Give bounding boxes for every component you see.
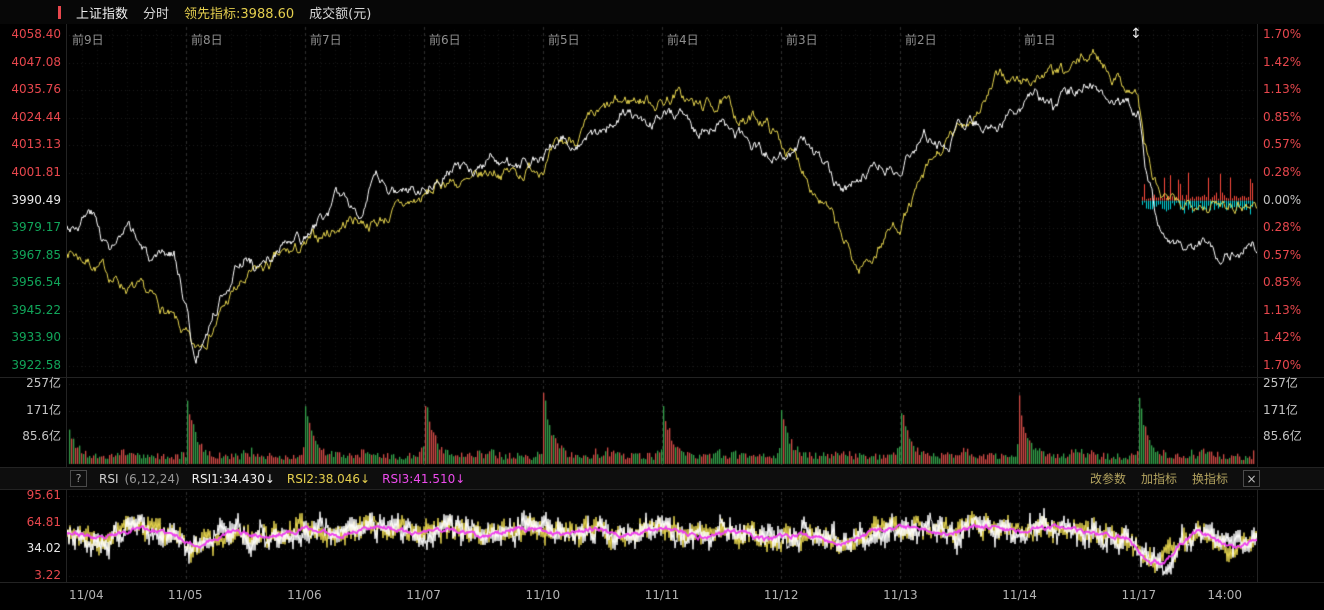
pct-axis-label: 0.57% [1263,138,1301,151]
price-axis-label: 4035.76 [11,83,61,96]
time-axis-labels: 11/04 11/05 11/06 11/07 11/10 11/11 11/12 11/13… [66,583,1258,609]
volume-axis-label: 171亿 [1263,404,1298,417]
indicator-actions: 改参数 加指标 换指标 × [1090,470,1260,487]
price-axis-label: 3945.22 [11,304,61,317]
price-panel: 4058.40 4047.08 4035.76 4024.44 4013.13 4001.… [0,24,1324,378]
volume-axis-label: 171亿 [26,404,61,417]
rsi-axis-label: 95.61 [27,489,61,502]
time-axis-label: 11/05 [168,588,203,602]
main-chart-plot[interactable]: 前9日前8日前7日前6日前5日前4日前3日前2日前1日 ↕ [66,24,1258,377]
price-axis-label: 4024.44 [11,111,61,124]
price-axis-label: 3979.17 [11,221,61,234]
price-axis-label: 3922.58 [11,359,61,372]
rsi-toolbar: ? RSI (6,12,24) RSI1:34.430↓ RSI2:38.046… [0,468,1324,490]
modify-params-button[interactable]: 改参数 [1090,470,1126,487]
pct-axis-label: 1.13% [1263,304,1301,317]
time-axis-label: 11/11 [645,588,680,602]
rsi-panel: 95.61 64.81 34.02 3.22 [0,490,1324,583]
time-axis-label: 11/13 [883,588,918,602]
pct-axis-label: 0.57% [1263,249,1301,262]
price-axis-label: 4047.08 [11,56,61,69]
time-axis-label: 11/07 [406,588,441,602]
time-axis-label: 11/06 [287,588,322,602]
volume-plot[interactable] [66,378,1258,467]
volume-panel: 257亿 171亿 85.6亿 257亿 171亿 85.6亿 [0,378,1324,468]
pct-axis-label: 1.70% [1263,28,1301,41]
rsi-canvas[interactable] [67,490,1257,582]
rsi2-value: RSI2:38.046↓ [287,472,370,486]
pct-axis-label: 1.70% [1263,359,1301,372]
top-header: 上证指数 分时 领先指标:3988.60 成交额(元) [0,0,1324,24]
help-icon[interactable]: ? [70,470,87,487]
rsi-axis-label: 3.22 [34,569,61,582]
rsi3-value: RSI3:41.510↓ [382,472,465,486]
volume-axis-label: 257亿 [1263,377,1298,390]
volume-axis-label: 257亿 [26,377,61,390]
rsi-axis-label: 64.81 [27,516,61,529]
time-axis-label: 11/10 [526,588,561,602]
volume-axis-right: 257亿 171亿 85.6亿 [1258,378,1324,467]
pct-axis-label: 1.13% [1263,83,1301,96]
stock-chart-app: 上证指数 分时 领先指标:3988.60 成交额(元) 4058.40 4047.… [0,0,1324,610]
rsi-plot[interactable] [66,490,1258,582]
pct-axis-label: 1.42% [1263,331,1301,344]
indicator-params: (6,12,24) [125,472,180,486]
price-axis-label: 3956.54 [11,276,61,289]
switch-indicator-button[interactable]: 换指标 [1192,470,1228,487]
axis-scale-drag-icon[interactable]: ↕ [1130,26,1142,42]
pct-axis-right: 1.70% 1.42% 1.13% 0.85% 0.57% 0.28% 0.00% 0.28%… [1258,24,1324,377]
volume-axis-label: 85.6亿 [1263,430,1302,443]
time-axis-label: 11/12 [764,588,799,602]
header-accent-bar [58,6,61,19]
rsi1-value: RSI1:34.430↓ [192,472,275,486]
price-axis-label: 3990.49 [11,194,61,207]
volume-axis-left: 257亿 171亿 85.6亿 [0,378,66,467]
price-axis-label: 3933.90 [11,331,61,344]
time-axis-right-pad [1258,583,1324,609]
price-axis-label: 4001.81 [11,166,61,179]
price-axis-label: 4013.13 [11,138,61,151]
indicator-name[interactable]: RSI [99,472,119,486]
tab-minute-chart[interactable]: 分时 [143,3,169,22]
close-indicator-icon[interactable]: × [1243,470,1260,487]
price-axis-left: 4058.40 4047.08 4035.76 4024.44 4013.13 4001.… [0,24,66,377]
add-indicator-button[interactable]: 加指标 [1141,470,1177,487]
time-axis-label: 14:00 [1207,588,1242,602]
time-axis: 11/04 11/05 11/06 11/07 11/10 11/11 11/12 11/13… [0,583,1324,609]
index-name: 上证指数 [76,3,128,22]
price-axis-label: 3967.85 [11,249,61,262]
pct-axis-label: 0.85% [1263,276,1301,289]
pct-axis-label: 0.28% [1263,221,1301,234]
time-axis-label: 11/04 [69,588,104,602]
rsi-axis-right [1258,490,1324,582]
leading-indicator-value: 领先指标:3988.60 [184,3,294,22]
pct-axis-label: 0.28% [1263,166,1301,179]
time-axis-label: 11/17 [1122,588,1157,602]
price-axis-label: 4058.40 [11,28,61,41]
pct-axis-label: 0.00% [1263,194,1301,207]
main-chart-canvas[interactable] [67,24,1257,377]
pct-axis-label: 1.42% [1263,56,1301,69]
rsi-axis-label: 34.02 [27,542,61,555]
time-axis-label: 11/14 [1002,588,1037,602]
turnover-unit-label: 成交额(元) [309,3,371,22]
time-axis-left-pad [0,583,66,609]
volume-axis-label: 85.6亿 [22,430,61,443]
rsi-axis-left: 95.61 64.81 34.02 3.22 [0,490,66,582]
volume-canvas[interactable] [67,378,1257,467]
pct-axis-label: 0.85% [1263,111,1301,124]
